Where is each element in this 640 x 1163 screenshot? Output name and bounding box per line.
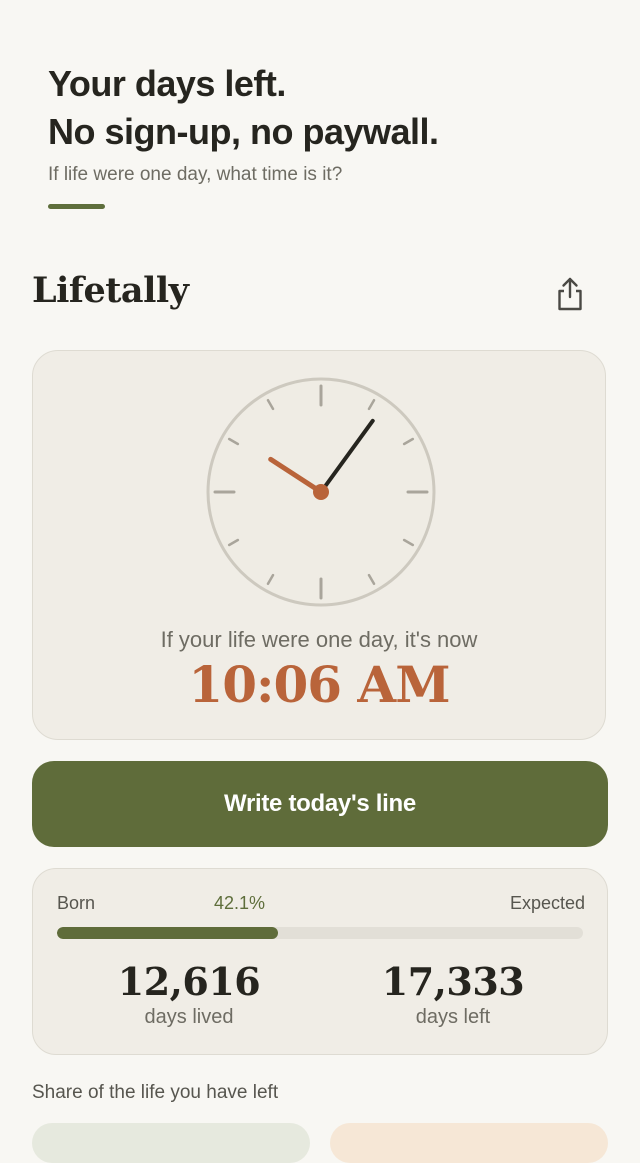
born-label: Born <box>57 893 96 913</box>
clock-card: If your life were one day, it's now 10:0… <box>32 350 606 740</box>
hero-title-line-1: Your days left. <box>48 63 286 104</box>
life-time-readout: 10:06 AM <box>188 655 450 714</box>
clock-center-pin <box>313 484 329 500</box>
share-card-right[interactable] <box>330 1123 608 1163</box>
hero-title-line-2: No sign-up, no paywall. <box>48 111 439 152</box>
expected-label: Expected <box>509 893 585 913</box>
stats-card: Born 42.1% Expected 12,616 days lived 17… <box>32 868 608 1055</box>
app-title: Lifetally <box>32 270 189 311</box>
life-progress-fill <box>57 927 279 939</box>
app-bar: Lifetally <box>32 270 608 318</box>
hero-subtitle: If life were one day, what time is it? <box>48 164 343 185</box>
write-todays-line-button[interactable]: Write today's line <box>32 761 608 847</box>
hero-accent-bar <box>48 204 105 209</box>
days-lived-value: 12,616 <box>117 959 261 1004</box>
share-section-title: Share of the life you have left <box>32 1082 279 1103</box>
share-icon <box>558 277 582 311</box>
life-progress-track <box>57 927 583 939</box>
life-clock-dial <box>206 377 436 607</box>
hero: Your days left. No sign-up, no paywall. … <box>48 60 608 209</box>
days-lived-stat: 12,616 days lived <box>69 959 309 1029</box>
percent-lived-label: 42.1% <box>214 893 266 913</box>
share-card-left[interactable] <box>32 1123 310 1163</box>
days-left-value: 17,333 <box>381 959 525 1004</box>
days-left-label: days left <box>415 1006 491 1028</box>
days-left-stat: 17,333 days left <box>333 959 573 1029</box>
share-button[interactable] <box>550 272 590 316</box>
clock-caption: If your life were one day, it's now <box>160 627 478 652</box>
days-lived-label: days lived <box>144 1006 234 1028</box>
